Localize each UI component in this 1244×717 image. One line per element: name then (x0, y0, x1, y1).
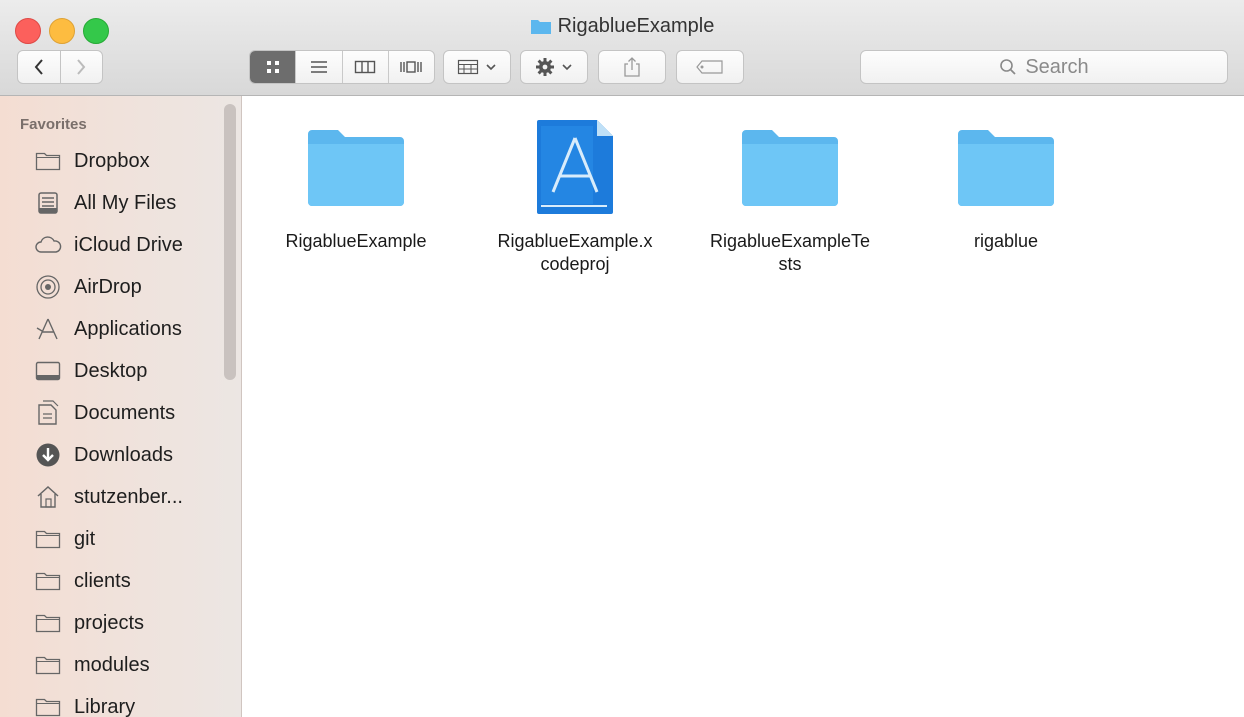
folder-icon (34, 567, 62, 595)
sidebar-item-icloud-drive[interactable]: iCloud Drive (34, 228, 183, 262)
sidebar-item-label: Documents (74, 401, 176, 424)
forward-button[interactable] (59, 51, 103, 83)
column-view-icon (354, 60, 376, 74)
action-button[interactable] (520, 50, 588, 84)
file-item-xcodeproj[interactable]: RigablueExample.x codeproj (480, 108, 670, 276)
sidebar-item-projects[interactable]: projects (34, 606, 144, 640)
search-field[interactable]: Search (860, 50, 1228, 84)
arrange-button[interactable] (443, 50, 511, 84)
folder-icon (530, 17, 552, 41)
file-name-line1: rigablue (973, 231, 1039, 251)
sidebar-item-label: Dropbox (74, 149, 150, 172)
sidebar: Favorites Dropbox All My Files iCloud Dr… (0, 96, 242, 717)
folder-icon (34, 609, 62, 637)
search-placeholder: Search (1025, 55, 1089, 78)
chevron-down-icon (562, 64, 572, 71)
file-name-line1: RigablueExample (285, 231, 427, 251)
window-title-text: RigablueExample (557, 15, 715, 37)
cover-flow-icon (400, 61, 423, 73)
file-name-line1: RigablueExample.x (497, 231, 653, 251)
file-name-line1: RigablueExampleTe (709, 231, 871, 251)
chevron-right-icon (77, 59, 86, 75)
folder-icon (911, 108, 1101, 226)
column-view-button[interactable] (341, 51, 388, 83)
back-button[interactable] (18, 51, 60, 83)
sidebar-item-documents[interactable]: Documents (34, 396, 175, 430)
sidebar-item-downloads[interactable]: Downloads (34, 438, 173, 472)
sidebar-item-label: stutzenber... (74, 485, 183, 508)
sidebar-item-label: All My Files (74, 191, 177, 214)
sidebar-item-desktop[interactable]: Desktop (34, 354, 147, 388)
tags-button[interactable] (676, 50, 744, 84)
file-item-rigablueexampletests[interactable]: RigablueExampleTe sts (695, 108, 885, 276)
sidebar-item-label: git (74, 527, 96, 550)
sidebar-item-label: Library (74, 695, 136, 717)
sidebar-item-label: Downloads (74, 443, 173, 466)
sidebar-item-label: modules (74, 653, 150, 676)
sidebar-item-git[interactable]: git (34, 522, 95, 556)
list-view-icon (310, 61, 327, 73)
xcode-project-icon (480, 108, 670, 226)
sidebar-item-label: projects (74, 611, 145, 634)
share-button[interactable] (598, 50, 666, 84)
sidebar-item-all-my-files[interactable]: All My Files (34, 186, 176, 220)
sidebar-item-label: Applications (74, 317, 182, 340)
sidebar-item-dropbox[interactable]: Dropbox (34, 144, 150, 178)
all-files-icon (34, 189, 62, 217)
icon-view-icon (266, 61, 279, 73)
search-icon (1000, 59, 1016, 75)
chevron-down-icon (486, 64, 496, 71)
toolbar: RigablueExample Search (0, 0, 1244, 96)
file-name-line2: sts (778, 254, 802, 274)
sidebar-item-label: iCloud Drive (74, 233, 183, 256)
sidebar-heading: Favorites (20, 116, 87, 133)
folder-icon (34, 525, 62, 553)
file-item-rigablue[interactable]: rigablue (911, 108, 1101, 253)
share-icon (624, 57, 640, 77)
folder-icon (261, 108, 451, 226)
cloud-icon (34, 231, 62, 259)
list-view-button[interactable] (295, 51, 341, 83)
icon-view-button[interactable] (250, 51, 296, 83)
sidebar-item-label: Desktop (74, 359, 148, 382)
view-mode-control (249, 50, 435, 84)
sidebar-item-library[interactable]: Library (34, 690, 135, 717)
sidebar-item-label: clients (74, 569, 131, 592)
desktop-icon (34, 357, 62, 385)
downloads-icon (34, 441, 62, 469)
folder-icon (34, 693, 62, 717)
navigation-buttons (17, 50, 103, 84)
sidebar-item-applications[interactable]: Applications (34, 312, 182, 346)
airdrop-icon (34, 273, 62, 301)
applications-icon (34, 315, 62, 343)
finder-window: RigablueExample Search Favorites Dropbox… (0, 0, 1244, 717)
folder-icon (695, 108, 885, 226)
sidebar-item-modules[interactable]: modules (34, 648, 150, 682)
gear-icon (536, 58, 554, 76)
sidebar-scrollbar[interactable] (224, 104, 236, 380)
window-title: RigablueExample (0, 15, 1244, 41)
sidebar-item-home[interactable]: stutzenber... (34, 480, 183, 514)
folder-icon (34, 651, 62, 679)
cover-flow-button[interactable] (387, 51, 434, 83)
tag-icon (696, 60, 723, 74)
file-name-line2: codeproj (540, 254, 610, 274)
file-browser-content: RigablueExample RigablueExample.x codepr… (243, 96, 1244, 717)
folder-icon (34, 147, 62, 175)
sidebar-item-clients[interactable]: clients (34, 564, 131, 598)
sidebar-item-airdrop[interactable]: AirDrop (34, 270, 142, 304)
arrange-icon (457, 59, 479, 75)
sidebar-item-label: AirDrop (74, 275, 142, 298)
home-icon (34, 483, 62, 511)
documents-icon (34, 399, 62, 427)
file-item-rigablueexample[interactable]: RigablueExample (261, 108, 451, 253)
chevron-left-icon (34, 59, 43, 75)
